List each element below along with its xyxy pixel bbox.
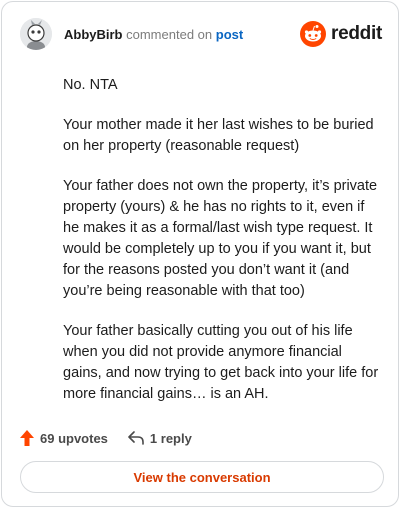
reddit-snoo-icon bbox=[300, 21, 327, 47]
upvote-count: 69 upvotes bbox=[40, 430, 108, 446]
byline: AbbyBirb commented on post bbox=[64, 27, 243, 42]
reddit-logo[interactable]: reddit bbox=[300, 21, 382, 47]
comment-card: AbbyBirb commented on post reddit No. NT… bbox=[1, 1, 399, 507]
comment-body: No. NTA Your mother made it her last wis… bbox=[63, 75, 383, 424]
upvote-arrow-icon bbox=[20, 430, 34, 446]
comment-footer: 69 upvotes 1 reply bbox=[20, 428, 192, 448]
reply-count: 1 reply bbox=[149, 430, 192, 446]
action-text: commented on bbox=[126, 27, 213, 42]
comment-header: AbbyBirb commented on post reddit bbox=[20, 18, 382, 52]
reply-button[interactable]: 1 reply bbox=[128, 431, 192, 446]
comment-paragraph: Your mother made it her last wishes to b… bbox=[63, 117, 374, 154]
user-avatar-icon[interactable] bbox=[20, 18, 52, 50]
view-conversation-label: View the conversation bbox=[133, 469, 271, 485]
comment-paragraph: Your father does not own the property, i… bbox=[63, 178, 378, 299]
comment-paragraph: No. NTA bbox=[63, 77, 118, 93]
post-link[interactable]: post bbox=[216, 27, 243, 42]
username-link[interactable]: AbbyBirb bbox=[64, 27, 123, 42]
comment-paragraph: Your father basically cutting you out of… bbox=[63, 323, 379, 402]
reply-arrow-icon bbox=[128, 431, 144, 445]
view-conversation-button[interactable]: View the conversation bbox=[20, 461, 384, 493]
reddit-wordmark: reddit bbox=[331, 23, 382, 44]
upvote-button[interactable]: 69 upvotes bbox=[20, 430, 108, 446]
